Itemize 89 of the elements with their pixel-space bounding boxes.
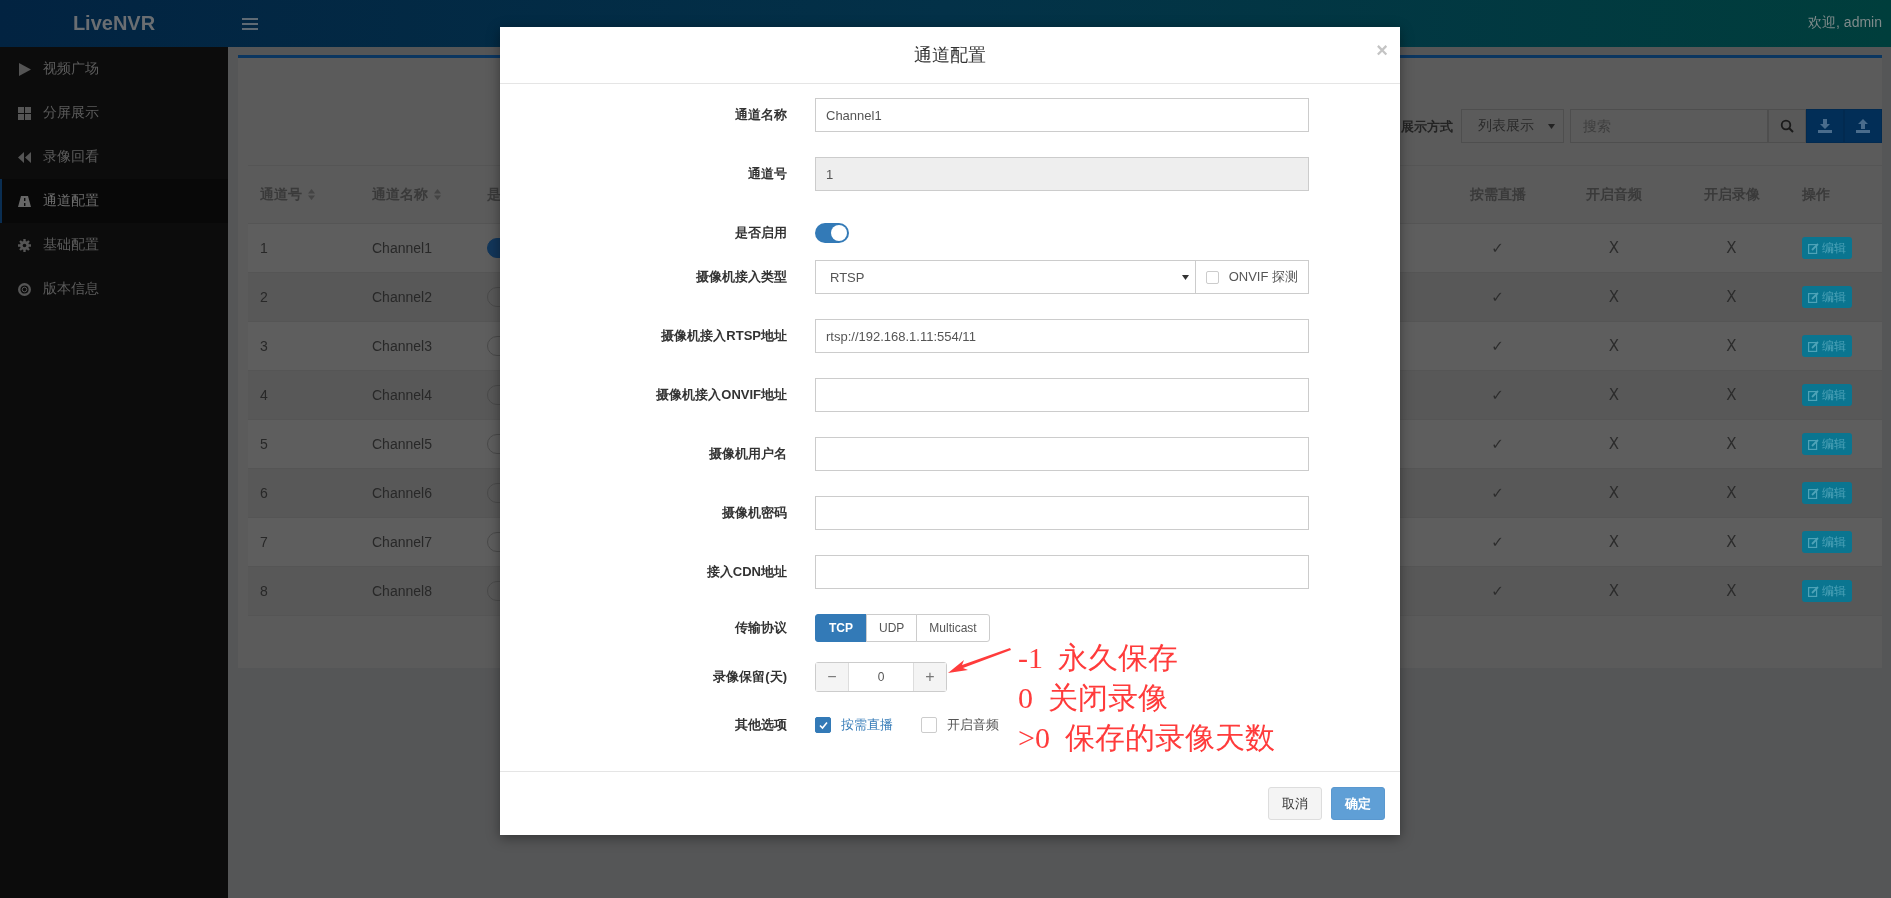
table-cell: ✓ <box>1440 468 1555 518</box>
plus-button[interactable]: + <box>913 663 946 691</box>
field-label: 其他选项 <box>734 716 787 734</box>
close-button[interactable]: × <box>1376 39 1388 62</box>
checkbox[interactable] <box>921 717 937 733</box>
grid-icon <box>18 106 31 120</box>
table-cell: ✓ <box>1440 566 1555 616</box>
download-button[interactable] <box>1806 109 1844 143</box>
field-label: 传输协议 <box>733 619 787 637</box>
checkbox[interactable] <box>815 717 831 733</box>
edit-icon <box>1808 438 1819 450</box>
field-label: 摄像机用户名 <box>708 445 787 463</box>
search-button[interactable] <box>1768 109 1806 143</box>
number-stepper[interactable]: − 0 + <box>815 662 947 692</box>
input-field[interactable] <box>815 496 1309 530</box>
annotation-text: -1 永久保存 <box>1018 640 1179 676</box>
edit-button[interactable]: 编辑 <box>1802 580 1852 602</box>
upload-button[interactable] <box>1844 109 1882 143</box>
cancel-button[interactable]: 取消 <box>1268 787 1322 820</box>
app-logo: LiveNVR <box>71 12 157 35</box>
caret-icon <box>1548 123 1555 129</box>
checkbox-label: 开启音频 <box>947 716 999 734</box>
edit-button[interactable]: 编辑 <box>1802 482 1852 504</box>
edit-button[interactable]: 编辑 <box>1802 433 1852 455</box>
input-field[interactable]: rtsp://192.168.1.11:554/11 <box>815 319 1309 353</box>
input-field[interactable]: Channel1 <box>815 98 1309 132</box>
field-label: 通道名称 <box>734 106 787 124</box>
edit-icon <box>1808 242 1819 254</box>
welcome-text: 欢迎, admin <box>1808 14 1882 32</box>
edit-button[interactable]: 编辑 <box>1802 531 1852 553</box>
field-label: 摄像机接入ONVIF地址 <box>655 386 787 404</box>
check-icon <box>818 720 828 730</box>
edit-button[interactable]: 编辑 <box>1802 286 1852 308</box>
toggle-switch[interactable] <box>815 223 849 243</box>
protocol-tab[interactable]: UDP <box>866 614 918 642</box>
download-icon <box>1818 119 1832 133</box>
field-label: 接入CDN地址 <box>705 563 787 581</box>
play-icon <box>18 62 31 76</box>
table-cell: ✓ <box>1440 419 1555 469</box>
sidebar-item[interactable]: 分屏展示 <box>0 91 228 135</box>
sort-icon <box>434 188 441 200</box>
sidebar-item[interactable]: 版本信息 <box>0 267 228 311</box>
field-label: 录像保留(天) <box>712 668 787 686</box>
edit-icon <box>1808 585 1819 597</box>
upload-icon <box>1856 119 1870 133</box>
input-field[interactable] <box>815 437 1309 471</box>
protocol-tab[interactable]: TCP <box>815 614 867 642</box>
edit-button[interactable]: 编辑 <box>1802 384 1852 406</box>
checkbox-label: 按需直播 <box>841 716 893 734</box>
annotation-text: 0 关闭录像 <box>1018 680 1169 716</box>
edit-button[interactable]: 编辑 <box>1802 237 1852 259</box>
sidebar-item[interactable]: 基础配置 <box>0 223 228 267</box>
lifebuoy-icon <box>18 282 31 296</box>
field-label: 通道号 <box>747 165 787 183</box>
input-field[interactable] <box>815 555 1309 589</box>
sidebar-item[interactable]: 录像回看 <box>0 135 228 179</box>
edit-icon <box>1808 291 1819 303</box>
sidebar-item[interactable]: 视频广场 <box>0 47 228 91</box>
confirm-button[interactable]: 确定 <box>1331 787 1385 820</box>
field-label: 是否启用 <box>734 224 787 242</box>
annotation-arrow <box>948 646 1012 676</box>
edit-icon <box>1808 340 1819 352</box>
checkbox[interactable] <box>1205 270 1219 284</box>
annotation-text: >0 保存的录像天数 <box>1018 720 1275 756</box>
table-cell: ✓ <box>1440 321 1555 371</box>
edit-button[interactable]: 编辑 <box>1802 335 1852 357</box>
sort-icon <box>308 188 315 200</box>
search-icon <box>1780 119 1794 133</box>
protocol-tab[interactable]: Multicast <box>916 614 990 642</box>
table-cell: ✓ <box>1440 272 1555 322</box>
camera-type-select[interactable]: RTSP <box>815 260 1196 294</box>
edit-icon <box>1808 487 1819 499</box>
field-label: 摄像机密码 <box>721 504 787 522</box>
field-label: 摄像机接入类型 <box>695 268 787 286</box>
table-cell: ✓ <box>1440 370 1555 420</box>
input-field[interactable] <box>815 378 1309 412</box>
edit-icon <box>1808 389 1819 401</box>
field-label: 摄像机接入RTSP地址 <box>660 327 787 345</box>
dialog-title: 通道配置 <box>914 44 986 67</box>
rewind-icon <box>18 150 31 164</box>
menu-icon <box>242 16 258 31</box>
road-icon <box>18 194 31 208</box>
minus-button[interactable]: − <box>816 663 849 691</box>
gear-icon <box>18 238 31 252</box>
table-cell: ✓ <box>1440 223 1555 273</box>
checkbox-label: ONVIF 探测 <box>1228 268 1298 286</box>
sidebar-item[interactable]: 通道配置 <box>0 179 228 223</box>
table-cell: ✓ <box>1440 517 1555 567</box>
edit-icon <box>1808 536 1819 548</box>
